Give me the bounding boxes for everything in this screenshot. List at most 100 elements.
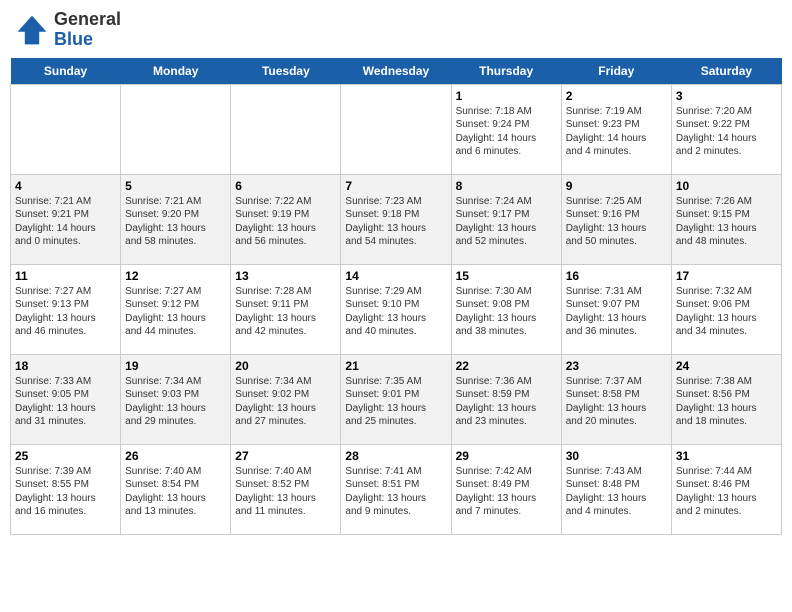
day-info: Sunrise: 7:41 AM Sunset: 8:51 PM Dayligh… [345, 465, 446, 519]
day-number: 13 [235, 269, 336, 283]
day-info: Sunrise: 7:40 AM Sunset: 8:52 PM Dayligh… [235, 465, 336, 519]
week-row-5: 25 Sunrise: 7:39 AM Sunset: 8:55 PM Dayli… [11, 444, 782, 534]
day-info: Sunrise: 7:29 AM Sunset: 9:10 PM Dayligh… [345, 285, 446, 339]
day-info: Sunrise: 7:23 AM Sunset: 9:18 PM Dayligh… [345, 195, 446, 249]
day-info: Sunrise: 7:42 AM Sunset: 8:49 PM Dayligh… [456, 465, 557, 519]
calendar-cell: 24 Sunrise: 7:38 AM Sunset: 8:56 PM Dayli… [671, 354, 781, 444]
calendar-cell: 14 Sunrise: 7:29 AM Sunset: 9:10 PM Dayli… [341, 264, 451, 354]
calendar-cell: 25 Sunrise: 7:39 AM Sunset: 8:55 PM Dayli… [11, 444, 121, 534]
calendar-cell: 19 Sunrise: 7:34 AM Sunset: 9:03 PM Dayli… [121, 354, 231, 444]
calendar-cell: 7 Sunrise: 7:23 AM Sunset: 9:18 PM Daylig… [341, 174, 451, 264]
day-number: 19 [125, 359, 226, 373]
day-number: 2 [566, 89, 667, 103]
day-number: 5 [125, 179, 226, 193]
page-header: General Blue [10, 10, 782, 50]
day-info: Sunrise: 7:39 AM Sunset: 8:55 PM Dayligh… [15, 465, 116, 519]
calendar-cell [341, 84, 451, 174]
calendar-cell: 8 Sunrise: 7:24 AM Sunset: 9:17 PM Daylig… [451, 174, 561, 264]
calendar-cell: 9Sunrise: 7:25 AM Sunset: 9:16 PM Daylig… [561, 174, 671, 264]
column-header-saturday: Saturday [671, 58, 781, 85]
calendar-cell [121, 84, 231, 174]
calendar-cell: 16Sunrise: 7:31 AM Sunset: 9:07 PM Dayli… [561, 264, 671, 354]
calendar-cell: 6Sunrise: 7:22 AM Sunset: 9:19 PM Daylig… [231, 174, 341, 264]
day-info: Sunrise: 7:43 AM Sunset: 8:48 PM Dayligh… [566, 465, 667, 519]
day-number: 21 [345, 359, 446, 373]
calendar-cell: 28 Sunrise: 7:41 AM Sunset: 8:51 PM Dayli… [341, 444, 451, 534]
day-info: Sunrise: 7:25 AM Sunset: 9:16 PM Dayligh… [566, 195, 667, 249]
day-number: 20 [235, 359, 336, 373]
day-number: 11 [15, 269, 116, 283]
calendar-cell [11, 84, 121, 174]
day-number: 10 [676, 179, 777, 193]
calendar-cell: 18 Sunrise: 7:33 AM Sunset: 9:05 PM Dayli… [11, 354, 121, 444]
day-info: Sunrise: 7:24 AM Sunset: 9:17 PM Dayligh… [456, 195, 557, 249]
day-info: Sunrise: 7:32 AM Sunset: 9:06 PM Dayligh… [676, 285, 777, 339]
day-info: Sunrise: 7:26 AM Sunset: 9:15 PM Dayligh… [676, 195, 777, 249]
calendar-cell: 20Sunrise: 7:34 AM Sunset: 9:02 PM Dayli… [231, 354, 341, 444]
day-info: Sunrise: 7:27 AM Sunset: 9:12 PM Dayligh… [125, 285, 226, 339]
header-row: SundayMondayTuesdayWednesdayThursdayFrid… [11, 58, 782, 85]
day-number: 8 [456, 179, 557, 193]
calendar-cell: 31 Sunrise: 7:44 AM Sunset: 8:46 PM Dayli… [671, 444, 781, 534]
day-number: 15 [456, 269, 557, 283]
day-number: 31 [676, 449, 777, 463]
day-number: 28 [345, 449, 446, 463]
calendar-cell: 5 Sunrise: 7:21 AM Sunset: 9:20 PM Daylig… [121, 174, 231, 264]
calendar-cell: 10 Sunrise: 7:26 AM Sunset: 9:15 PM Dayli… [671, 174, 781, 264]
calendar-cell: 3 Sunrise: 7:20 AM Sunset: 9:22 PM Daylig… [671, 84, 781, 174]
calendar-cell: 4 Sunrise: 7:21 AM Sunset: 9:21 PM Daylig… [11, 174, 121, 264]
day-number: 25 [15, 449, 116, 463]
day-info: Sunrise: 7:21 AM Sunset: 9:21 PM Dayligh… [15, 195, 116, 249]
column-header-sunday: Sunday [11, 58, 121, 85]
day-info: Sunrise: 7:38 AM Sunset: 8:56 PM Dayligh… [676, 375, 777, 429]
day-number: 4 [15, 179, 116, 193]
day-info: Sunrise: 7:44 AM Sunset: 8:46 PM Dayligh… [676, 465, 777, 519]
calendar-cell: 30 Sunrise: 7:43 AM Sunset: 8:48 PM Dayli… [561, 444, 671, 534]
calendar-table: SundayMondayTuesdayWednesdayThursdayFrid… [10, 58, 782, 535]
calendar-cell: 2Sunrise: 7:19 AM Sunset: 9:23 PM Daylig… [561, 84, 671, 174]
week-row-3: 11Sunrise: 7:27 AM Sunset: 9:13 PM Dayli… [11, 264, 782, 354]
column-header-monday: Monday [121, 58, 231, 85]
day-info: Sunrise: 7:28 AM Sunset: 9:11 PM Dayligh… [235, 285, 336, 339]
day-info: Sunrise: 7:20 AM Sunset: 9:22 PM Dayligh… [676, 105, 777, 159]
calendar-cell: 13 Sunrise: 7:28 AM Sunset: 9:11 PM Dayli… [231, 264, 341, 354]
day-info: Sunrise: 7:37 AM Sunset: 8:58 PM Dayligh… [566, 375, 667, 429]
column-header-friday: Friday [561, 58, 671, 85]
calendar-cell: 22 Sunrise: 7:36 AM Sunset: 8:59 PM Dayli… [451, 354, 561, 444]
day-info: Sunrise: 7:36 AM Sunset: 8:59 PM Dayligh… [456, 375, 557, 429]
calendar-cell: 29Sunrise: 7:42 AM Sunset: 8:49 PM Dayli… [451, 444, 561, 534]
week-row-2: 4 Sunrise: 7:21 AM Sunset: 9:21 PM Daylig… [11, 174, 782, 264]
day-number: 30 [566, 449, 667, 463]
column-header-thursday: Thursday [451, 58, 561, 85]
day-number: 24 [676, 359, 777, 373]
column-header-tuesday: Tuesday [231, 58, 341, 85]
day-number: 7 [345, 179, 446, 193]
calendar-cell: 21 Sunrise: 7:35 AM Sunset: 9:01 PM Dayli… [341, 354, 451, 444]
day-number: 1 [456, 89, 557, 103]
logo-icon [14, 12, 50, 48]
week-row-1: 1 Sunrise: 7:18 AM Sunset: 9:24 PM Daylig… [11, 84, 782, 174]
day-number: 18 [15, 359, 116, 373]
calendar-cell: 12 Sunrise: 7:27 AM Sunset: 9:12 PM Dayli… [121, 264, 231, 354]
day-number: 23 [566, 359, 667, 373]
day-number: 17 [676, 269, 777, 283]
calendar-cell [231, 84, 341, 174]
day-info: Sunrise: 7:18 AM Sunset: 9:24 PM Dayligh… [456, 105, 557, 159]
day-number: 14 [345, 269, 446, 283]
day-info: Sunrise: 7:34 AM Sunset: 9:03 PM Dayligh… [125, 375, 226, 429]
day-info: Sunrise: 7:35 AM Sunset: 9:01 PM Dayligh… [345, 375, 446, 429]
day-info: Sunrise: 7:21 AM Sunset: 9:20 PM Dayligh… [125, 195, 226, 249]
day-info: Sunrise: 7:40 AM Sunset: 8:54 PM Dayligh… [125, 465, 226, 519]
day-info: Sunrise: 7:31 AM Sunset: 9:07 PM Dayligh… [566, 285, 667, 339]
calendar-cell: 26Sunrise: 7:40 AM Sunset: 8:54 PM Dayli… [121, 444, 231, 534]
day-number: 22 [456, 359, 557, 373]
day-number: 27 [235, 449, 336, 463]
day-info: Sunrise: 7:33 AM Sunset: 9:05 PM Dayligh… [15, 375, 116, 429]
column-header-wednesday: Wednesday [341, 58, 451, 85]
day-number: 12 [125, 269, 226, 283]
logo-text: General Blue [54, 10, 121, 50]
calendar-cell: 15 Sunrise: 7:30 AM Sunset: 9:08 PM Dayli… [451, 264, 561, 354]
day-info: Sunrise: 7:30 AM Sunset: 9:08 PM Dayligh… [456, 285, 557, 339]
day-number: 3 [676, 89, 777, 103]
week-row-4: 18 Sunrise: 7:33 AM Sunset: 9:05 PM Dayli… [11, 354, 782, 444]
